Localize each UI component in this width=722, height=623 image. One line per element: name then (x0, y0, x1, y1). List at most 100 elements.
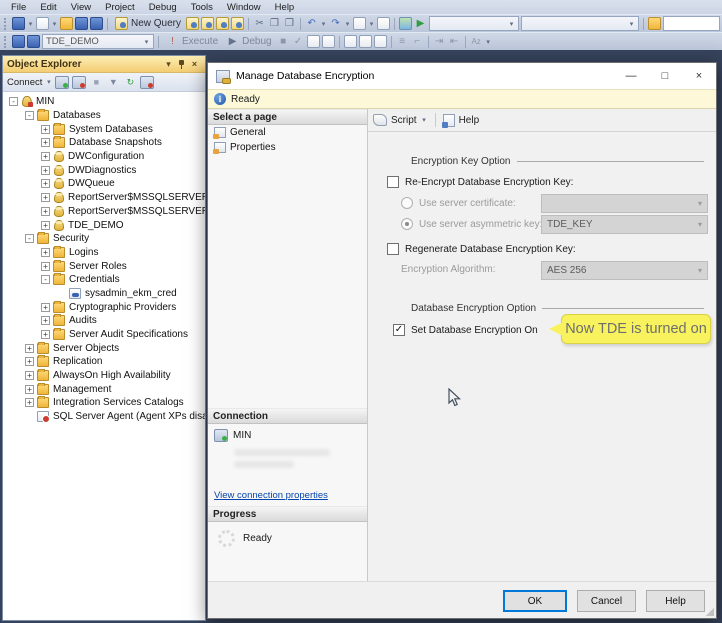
filter-icon[interactable]: ▼ (106, 76, 120, 89)
toolbar-drag-handle[interactable] (4, 35, 8, 48)
disconnect-server-icon[interactable] (72, 75, 87, 89)
menu-item-tools[interactable]: Tools (184, 1, 220, 14)
tree-item-dwdiagnostics[interactable]: + DWDiagnostics (3, 163, 205, 177)
expand-icon[interactable]: + (41, 138, 50, 148)
page-item-properties[interactable]: Properties (208, 140, 367, 155)
tree-item-integration-services-catalogs[interactable]: + Integration Services Catalogs (3, 396, 205, 410)
chevron-down-icon[interactable]: ▾ (344, 20, 351, 28)
ok-button[interactable]: OK (503, 590, 567, 612)
expand-icon[interactable]: + (25, 384, 34, 394)
stop-icon[interactable]: ■ (277, 35, 290, 48)
new-query-button[interactable]: New Query (112, 16, 184, 31)
tree-item-dwconfiguration[interactable]: + DWConfiguration (3, 150, 205, 164)
decrease-indent-icon[interactable]: ⇤ (448, 35, 461, 48)
tree-item-server-roles[interactable]: + Server Roles (3, 259, 205, 273)
re-encrypt-checkbox[interactable] (387, 176, 399, 188)
dmx-query-icon[interactable] (216, 17, 230, 30)
tree-item-credentials[interactable]: - Credentials (3, 273, 205, 287)
start-icon[interactable]: ▶ (414, 17, 427, 30)
undo-icon[interactable]: ↶ (305, 17, 318, 30)
change-connection-icon[interactable] (27, 35, 40, 48)
expand-icon[interactable]: + (41, 247, 50, 257)
menu-item-file[interactable]: File (4, 1, 33, 14)
expand-icon[interactable]: + (41, 261, 50, 271)
chevron-down-icon[interactable]: ▾ (320, 20, 327, 28)
view-connection-properties-link[interactable]: View connection properties (208, 482, 367, 506)
connect-server-icon[interactable] (55, 75, 70, 89)
save-icon[interactable] (75, 17, 88, 30)
menu-item-edit[interactable]: Edit (33, 1, 63, 14)
intellisense-icon[interactable] (321, 35, 335, 48)
cut-icon[interactable]: ✂ (253, 17, 266, 30)
reports-icon[interactable] (140, 75, 155, 89)
collapse-icon[interactable]: - (9, 97, 18, 107)
expand-icon[interactable]: + (41, 193, 50, 203)
collapse-icon[interactable]: - (25, 234, 34, 244)
pin-icon[interactable] (175, 58, 188, 71)
expand-icon[interactable]: + (25, 357, 34, 367)
tree-item-logins[interactable]: + Logins (3, 245, 205, 260)
debug-button[interactable]: ▶ Debug (223, 34, 274, 49)
tree-item-min[interactable]: - MIN (3, 95, 205, 109)
refresh-icon[interactable]: ↻ (123, 76, 137, 89)
connect-editor-icon[interactable] (12, 35, 25, 48)
tree-item-tde-demo[interactable]: + TDE_DEMO (3, 218, 205, 232)
tree-item-security[interactable]: - Security (3, 232, 205, 246)
expand-icon[interactable]: + (41, 179, 50, 189)
expand-icon[interactable]: + (41, 206, 50, 216)
expand-icon[interactable]: + (41, 165, 50, 175)
mdx-query-icon[interactable] (201, 17, 215, 30)
chevron-down-icon[interactable]: ▾ (45, 78, 52, 86)
chevron-down-icon[interactable]: ▾ (368, 20, 375, 28)
tree-item-alwayson-high-availability[interactable]: + AlwaysOn High Availability (3, 369, 205, 383)
navigate-forward-icon[interactable] (377, 17, 391, 30)
tree-item-server-objects[interactable]: + Server Objects (3, 341, 205, 355)
set-encryption-on-checkbox[interactable]: ✓ (393, 324, 405, 336)
chevron-down-icon[interactable]: ▾ (27, 20, 34, 28)
redo-icon[interactable]: ↷ (329, 17, 342, 30)
chevron-down-icon[interactable]: ▾ (421, 116, 428, 124)
comment-icon[interactable]: ≡ (396, 35, 409, 48)
tree-item-audits[interactable]: + Audits (3, 314, 205, 328)
available-databases-combo[interactable]: TDE_DEMO ▾ (42, 34, 154, 49)
maximize-button[interactable]: □ (648, 63, 682, 89)
tree-item-replication[interactable]: + Replication (3, 355, 205, 369)
close-button[interactable]: × (682, 63, 716, 89)
toolbar-textbox[interactable] (663, 16, 720, 31)
expand-icon[interactable]: + (41, 152, 50, 162)
tree-item-database-snapshots[interactable]: + Database Snapshots (3, 136, 205, 150)
tree-item-sysadmin-ekm-cred[interactable]: sysadmin_ekm_cred (3, 287, 205, 301)
uncomment-icon[interactable]: ⌐ (411, 35, 424, 48)
menu-item-debug[interactable]: Debug (142, 1, 184, 14)
help-toolbar-button[interactable]: Help (459, 115, 480, 126)
regenerate-checkbox[interactable] (387, 243, 399, 255)
use-certificate-radio[interactable] (401, 197, 413, 209)
script-button[interactable]: Script (391, 115, 417, 126)
server-certificate-dropdown[interactable]: ▾ (541, 194, 708, 213)
results-text-icon[interactable] (343, 35, 357, 48)
menu-item-view[interactable]: View (64, 1, 98, 14)
page-item-general[interactable]: General (208, 125, 367, 140)
toolbar-combo-2[interactable]: ▾ (521, 16, 640, 31)
results-file-icon[interactable] (373, 35, 387, 48)
resize-grip[interactable] (706, 608, 714, 616)
stop-icon[interactable]: ■ (89, 76, 103, 89)
open-file-icon[interactable] (60, 17, 73, 30)
toolbar-combo-1[interactable]: ▾ (429, 16, 520, 31)
tree-item-reportserver-1[interactable]: + ReportServer$MSSQLSERVER (3, 191, 205, 205)
menu-item-help[interactable]: Help (268, 1, 302, 14)
expand-icon[interactable]: + (25, 371, 34, 381)
encryption-algorithm-dropdown[interactable]: AES 256 ▾ (541, 261, 708, 280)
results-grid-icon[interactable] (358, 35, 372, 48)
save-all-icon[interactable] (90, 17, 103, 30)
menu-item-window[interactable]: Window (220, 1, 268, 14)
tree-item-management[interactable]: + Management (3, 382, 205, 396)
copy-icon[interactable]: ❐ (268, 17, 281, 30)
new-project-icon[interactable] (12, 17, 25, 30)
activity-monitor-icon[interactable] (399, 17, 413, 30)
collapse-icon[interactable]: - (25, 111, 34, 121)
tree-item-reportserver-2[interactable]: + ReportServer$MSSQLSERVER (3, 205, 205, 219)
cancel-button[interactable]: Cancel (577, 590, 636, 612)
connect-button[interactable]: Connect (7, 77, 42, 88)
expand-icon[interactable]: + (25, 398, 34, 408)
